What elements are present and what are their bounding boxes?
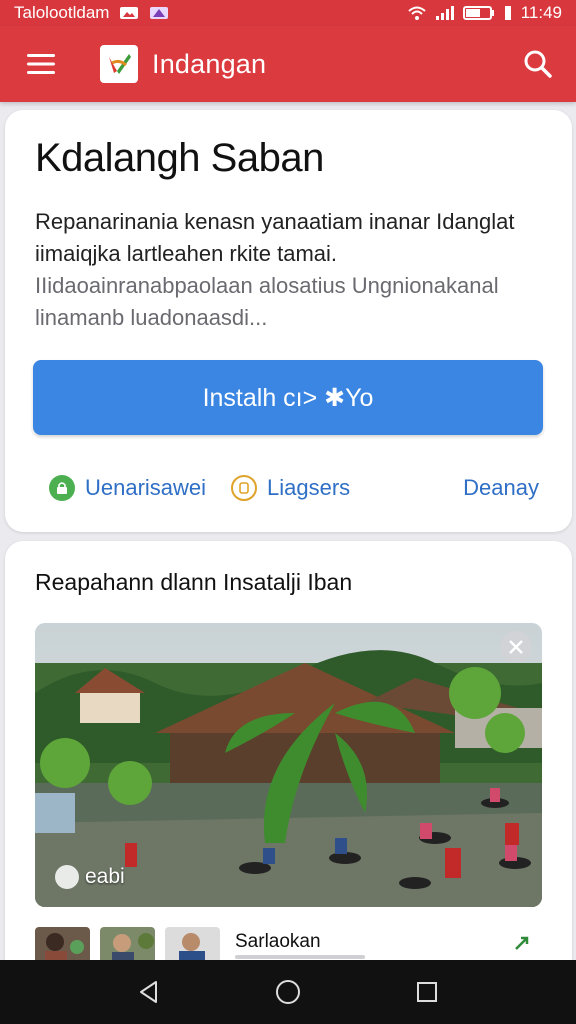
wifi-icon: [407, 5, 427, 21]
photo-caption: eabi: [55, 865, 125, 889]
info-icon: [231, 475, 257, 501]
app-title: Indangan: [152, 48, 267, 79]
link-second[interactable]: Liagsers: [231, 475, 350, 501]
carrier-label: Talolootldam: [14, 3, 110, 22]
recents-icon: [416, 982, 437, 1002]
close-photo-button[interactable]: [500, 631, 532, 663]
search-icon: [524, 50, 552, 78]
arrow-icon: [515, 936, 529, 950]
app-name-heading: Kdalangh Saban: [35, 136, 324, 180]
back-button[interactable]: [119, 962, 179, 1022]
gallery-icon: [149, 6, 169, 20]
battery-icon: [462, 5, 495, 21]
close-icon: [509, 640, 523, 654]
menu-button[interactable]: [0, 26, 84, 102]
signal-icon: [435, 5, 455, 21]
open-link-button[interactable]: [512, 933, 532, 958]
app-description: Repanarinania kenasn yanaatiam inanar Id…: [35, 209, 515, 266]
photo-caption-text: eabi: [85, 865, 125, 888]
section-title: Reapahann dlann Insatalji Iban: [35, 569, 353, 595]
link-second-label: Liagsers: [267, 475, 351, 500]
recent-subtitle-placeholder: [235, 955, 365, 959]
home-icon: [275, 980, 300, 1004]
app-logo: [100, 45, 138, 83]
app-bar: Indangan: [0, 26, 576, 102]
home-button[interactable]: [258, 962, 318, 1022]
news-card: Reapahann dlann Insatalji Iban eabi Sarl…: [5, 541, 572, 981]
link-first[interactable]: Uenarisawei: [49, 475, 206, 501]
featured-photo[interactable]: eabi: [35, 623, 542, 907]
menu-icon: [27, 54, 55, 74]
action-links: Uenarisawei Liagsers Deanay: [33, 470, 543, 506]
lock-icon: [49, 475, 75, 501]
link-third[interactable]: Deanay: [463, 475, 539, 501]
nav-bar: [0, 960, 576, 1024]
app-description-secondary: IIidaoainranabpaolaan alosatius Ungniona…: [35, 273, 499, 330]
charging-icon: [503, 5, 513, 21]
recents-button[interactable]: [397, 962, 457, 1022]
install-button[interactable]: Instalh cı> ✱Yo: [33, 360, 543, 435]
recent-title: Sarlaokan: [235, 931, 321, 952]
link-first-label: Uenarisawei: [85, 475, 207, 500]
status-bar: Talolootldam 11:49: [0, 0, 576, 26]
avatar: [55, 865, 79, 889]
search-button[interactable]: [500, 26, 576, 102]
photo-icon: [119, 6, 139, 20]
clock: 11:49: [520, 3, 562, 22]
app-details-card: Kdalangh Saban Repanarinania kenasn yana…: [5, 110, 572, 532]
back-icon: [140, 981, 158, 1003]
